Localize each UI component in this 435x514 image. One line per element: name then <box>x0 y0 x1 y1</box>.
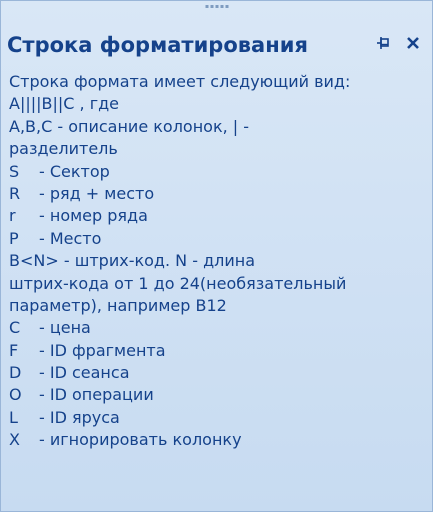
help-content: Строка формата имеет следующий вид: A|||… <box>9 71 426 505</box>
code-description: - ID операции <box>39 385 154 405</box>
code-description: - игнорировать колонку <box>39 430 242 450</box>
code-description: - ID сеанса <box>39 363 130 383</box>
code-description: - ID яруса <box>39 407 120 427</box>
code-letter: F <box>9 340 19 360</box>
format-string-pane: Строка форматирования Строка формата име… <box>0 0 433 512</box>
title-buttons <box>376 36 426 54</box>
code-letter: X <box>9 430 20 450</box>
code-letter: R <box>9 183 21 203</box>
code-item-x: X - игнорировать колонку <box>9 429 426 451</box>
code-letter: r <box>9 206 16 226</box>
barcode-line: штрих-кода от 1 до 24(необязательный <box>9 273 347 293</box>
code-item-l: L - ID яруса <box>9 407 426 429</box>
pin-icon[interactable] <box>376 36 392 54</box>
pane-titlebar: Строка форматирования <box>7 25 426 65</box>
code-description: - номер ряда <box>39 206 148 226</box>
code-item-p: P - Место <box>9 228 426 250</box>
code-letter: D <box>9 363 22 383</box>
code-item-d: D - ID сеанса <box>9 362 426 384</box>
code-description: - ряд + место <box>39 183 155 203</box>
code-description: - Место <box>39 228 102 248</box>
code-description: - Сектор <box>39 161 110 181</box>
code-description: - цена <box>39 318 91 338</box>
description-line: A,B,C - описание колонок, | - <box>9 116 250 136</box>
code-letter: S <box>9 161 20 181</box>
description-line: разделитель <box>9 139 118 159</box>
code-letter: P <box>9 228 19 248</box>
code-letter: C <box>9 318 21 338</box>
code-item-c: C - цена <box>9 317 426 339</box>
code-item-r-upper: R - ряд + место <box>9 183 426 205</box>
drag-grip-icon[interactable] <box>205 5 228 8</box>
pane-title: Строка форматирования <box>7 33 308 57</box>
code-item-s: S - Сектор <box>9 161 426 183</box>
code-item-f: F - ID фрагмента <box>9 340 426 362</box>
code-description: - ID фрагмента <box>39 340 166 360</box>
code-letter: L <box>9 407 18 427</box>
code-letter: O <box>9 385 22 405</box>
description-line: A||||B||C , где <box>9 94 120 114</box>
code-item-o: O - ID операции <box>9 384 426 406</box>
code-item-r-lower: r - номер ряда <box>9 205 426 227</box>
barcode-line: параметр), например B12 <box>9 295 227 315</box>
barcode-line: B<N> - штрих-код. N - длина <box>9 251 256 271</box>
description-line: Строка формата имеет следующий вид: <box>9 72 351 91</box>
close-icon[interactable] <box>406 36 420 54</box>
